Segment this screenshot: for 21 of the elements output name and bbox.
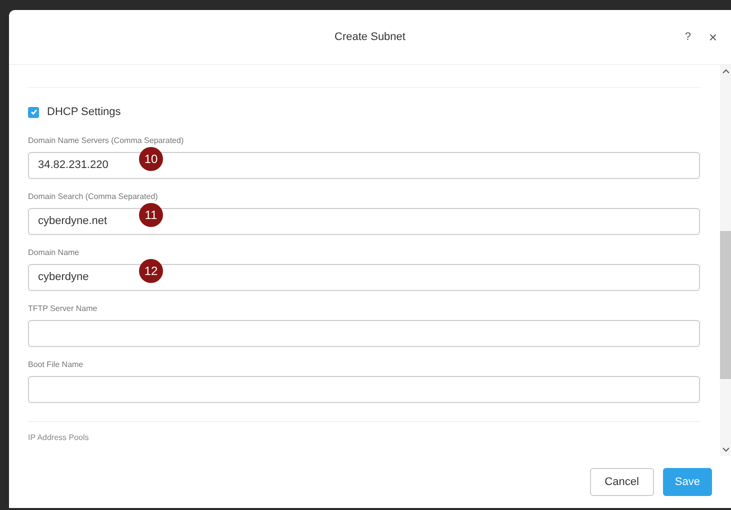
field-label: Domain Name Servers (Comma Separated) [28,134,185,146]
field-label: Domain Search (Comma Separated) [28,190,159,202]
input-field[interactable] [28,376,700,402]
scrollbar-thumb[interactable] [720,231,731,379]
checkbox[interactable] [28,106,39,118]
field-label: Boot File Name [28,358,84,370]
checkbox-label: DHCP Settings [47,105,121,120]
dialog-title: Create Subnet [334,30,406,45]
field-label: TFTP Server Name [28,302,98,314]
input-field[interactable] [28,320,700,346]
annotation-badge: 10 [139,146,163,170]
scroll-down-icon[interactable] [722,447,730,453]
help-button[interactable]: ? [684,28,691,46]
close-button[interactable]: × [708,26,717,48]
section-label: IP Address Pools [28,434,90,442]
cancel-button[interactable]: Cancel [590,468,654,496]
annotation-badge: 11 [139,202,163,226]
annotation-badge: 12 [139,258,163,282]
scrollbar[interactable] [720,65,731,456]
scroll-up-icon[interactable] [722,68,730,74]
field-label: Domain Name [28,246,80,258]
